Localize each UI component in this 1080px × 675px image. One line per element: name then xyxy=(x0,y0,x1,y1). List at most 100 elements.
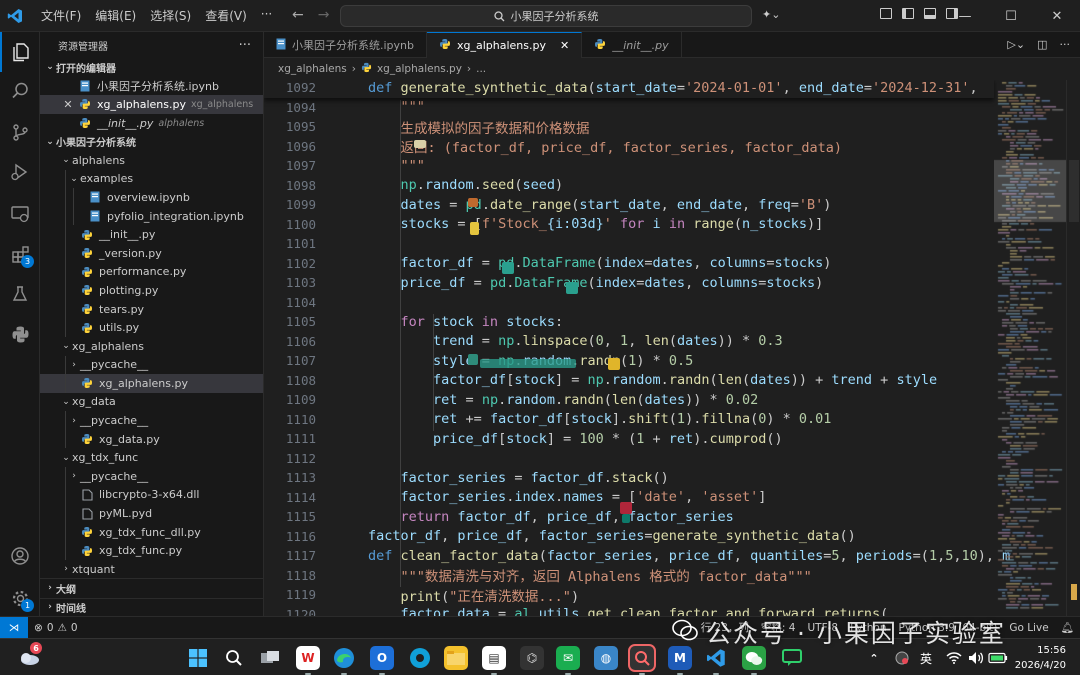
code-line[interactable]: 1100 stocks = [f'Stock_{i:03d}' for i in … xyxy=(264,215,994,235)
customize-layout-icon[interactable] xyxy=(880,8,892,19)
code-line[interactable]: 1108 factor_df[stock] = np.random.randn(l… xyxy=(264,371,994,391)
minimap[interactable] xyxy=(994,80,1066,616)
code-line[interactable]: 1118 """数据清洗与对齐，返回 Alphalens 格式的 factor_d… xyxy=(264,566,994,586)
code-line[interactable]: 1103 price_df = pd.DataFrame(index=dates,… xyxy=(264,273,994,293)
green-chat-app-icon[interactable]: ✉ xyxy=(556,646,580,675)
search-view-icon[interactable] xyxy=(0,70,40,110)
system-clock[interactable]: 15:56 2026/4/20 xyxy=(1015,643,1066,673)
screenshot-tool-icon[interactable] xyxy=(628,644,656,675)
edge-dev-icon[interactable] xyxy=(408,646,432,670)
code-line[interactable]: 1102 factor_df = pd.DataFrame(index=dates… xyxy=(264,254,994,274)
tree-folder[interactable]: ⌄ alphalens xyxy=(40,151,263,170)
vertical-scrollbar[interactable] xyxy=(1066,80,1080,616)
open-editor-item[interactable]: 小果因子分析系统.ipynb xyxy=(40,77,263,96)
code-line[interactable]: 1097 """ xyxy=(264,156,994,176)
split-editor-icon[interactable]: ◫ xyxy=(1037,38,1047,51)
tree-file[interactable]: __init__.py xyxy=(40,225,263,244)
remote-explorer-icon[interactable] xyxy=(0,194,40,234)
open-editors-header[interactable]: ⌄ 打开的编辑器 xyxy=(40,58,263,77)
problems-indicator[interactable]: ⊗ 0 ⚠ 0 xyxy=(28,622,84,634)
open-editor-item[interactable]: __init__.py alphalens xyxy=(40,114,263,133)
code-line[interactable]: 1110 ret += factor_df[stock].shift(1).fil… xyxy=(264,410,994,430)
minimize-icon[interactable]: — xyxy=(942,0,988,32)
explorer-icon[interactable] xyxy=(0,32,40,72)
forward-arrow-icon[interactable]: → xyxy=(318,7,330,23)
terminal-app-icon[interactable]: ⌬ xyxy=(520,646,544,670)
code-line[interactable]: 1094 """ xyxy=(264,98,994,118)
task-view-icon[interactable] xyxy=(258,646,282,670)
more-actions-icon[interactable]: ··· xyxy=(1060,38,1071,51)
code-line[interactable]: 1116 factor_df, price_df, factor_series=g… xyxy=(264,527,994,547)
tree-file[interactable]: pyML.pyd xyxy=(40,504,263,523)
taskbar-search-icon[interactable] xyxy=(222,646,246,670)
python-icon[interactable] xyxy=(0,314,40,354)
back-arrow-icon[interactable]: ← xyxy=(292,7,304,23)
tree-folder[interactable]: › __pycache__ xyxy=(40,355,263,375)
sticky-scroll-line[interactable]: 1092 def generate_synthetic_data(start_da… xyxy=(264,80,994,98)
windows-start-icon[interactable] xyxy=(186,646,210,670)
timeline-header[interactable]: › 时间线 xyxy=(40,597,263,616)
code-line[interactable]: 1109 ret = np.random.randn(len(dates)) * … xyxy=(264,390,994,410)
tree-file[interactable]: libcrypto-3-x64.dll xyxy=(40,485,263,505)
vscode-logo-icon[interactable] xyxy=(0,0,30,32)
source-control-icon[interactable] xyxy=(0,112,40,152)
tree-folder[interactable]: ⌄ xg_tdx_func xyxy=(40,448,263,467)
close-editor-icon[interactable]: ✕ xyxy=(62,98,74,111)
sidebar-more-icon[interactable]: ··· xyxy=(239,38,251,53)
tab-close-icon[interactable]: ✕ xyxy=(560,39,569,52)
tree-file[interactable]: xg_alphalens.py xyxy=(40,374,263,393)
tree-folder[interactable]: ⌄ xg_alphalens xyxy=(40,337,263,356)
code-line[interactable]: 1112 xyxy=(264,449,994,469)
tree-file[interactable]: plotting.py xyxy=(40,281,263,300)
code-line[interactable]: 1107style = np.random.randn(1) * 0.5 xyxy=(264,351,994,371)
open-editor-item-active[interactable]: ✕ xg_alphalens.py xg_alphalens xyxy=(40,95,263,114)
run-debug-icon[interactable] xyxy=(0,152,40,192)
tree-file[interactable]: _version.py xyxy=(40,243,263,263)
scrollbar-thumb[interactable] xyxy=(1069,160,1079,222)
code-line[interactable]: 1096 返回: (factor_df, price_df, factor_ser… xyxy=(264,137,994,157)
tab-xg-alphalens[interactable]: xg_alphalens.py ✕ xyxy=(427,32,583,58)
testing-icon[interactable] xyxy=(0,274,40,314)
code-line[interactable]: 1104 xyxy=(264,293,994,313)
code-line[interactable]: 1105 for stock in stocks: xyxy=(264,312,994,332)
copilot-icon[interactable]: ✦⌄ xyxy=(762,8,780,21)
breadcrumb-file[interactable]: xg_alphalens.py xyxy=(377,63,462,75)
code-line[interactable]: 1098 np.random.seed(seed) xyxy=(264,176,994,196)
tree-folder[interactable]: › __pycache__ xyxy=(40,411,263,430)
manage-gear-icon[interactable]: 1 xyxy=(0,578,40,618)
tree-file[interactable]: xg_tdx_func.py xyxy=(40,541,263,561)
code-line[interactable]: 1117 def clean_factor_data(factor_series,… xyxy=(264,546,1010,566)
toggle-sidebar-icon[interactable] xyxy=(902,8,914,19)
tree-file[interactable]: xg_data.py xyxy=(40,429,263,449)
edge-browser-icon[interactable] xyxy=(332,646,356,675)
code-line[interactable]: 1101 xyxy=(264,234,994,254)
remote-indicator-icon[interactable]: ⋊ xyxy=(0,616,28,639)
tree-file[interactable]: overview.ipynb xyxy=(40,188,263,207)
wps-office-icon[interactable]: W xyxy=(296,646,320,675)
code-line[interactable]: 1111 price_df[stock] = 100 * (1 + ret).cu… xyxy=(264,429,994,449)
tree-folder[interactable]: › xtquant xyxy=(40,560,263,579)
run-python-icon[interactable]: ▷⌄ xyxy=(1007,38,1025,51)
tree-folder[interactable]: ⌄ xg_data xyxy=(40,393,263,412)
file-explorer-icon[interactable] xyxy=(444,646,468,670)
go-live-button[interactable]: Go Live xyxy=(1003,622,1054,634)
tree-file[interactable]: xg_tdx_func_dll.py xyxy=(40,522,263,542)
code-line[interactable]: 1095 生成模拟的因子数据和价格数据 xyxy=(264,117,994,137)
code-line[interactable]: 1106 trend = np.linspace(0, 1, len(dates)… xyxy=(264,332,994,352)
tree-folder[interactable]: ⌄ examples xyxy=(40,169,263,189)
account-icon[interactable] xyxy=(0,536,40,576)
command-center-search[interactable]: 小果因子分析系统 xyxy=(340,5,752,27)
notifications-bell-icon[interactable]: 🔔︎ xyxy=(1055,621,1080,634)
code-editor[interactable]: 1092 def generate_synthetic_data(start_da… xyxy=(264,80,1080,616)
breadcrumb-folder[interactable]: xg_alphalens xyxy=(278,63,347,75)
weather-widget-icon[interactable]: 6 xyxy=(16,642,42,670)
tree-file[interactable]: performance.py xyxy=(40,262,263,282)
tree-file[interactable]: tears.py xyxy=(40,299,263,319)
tab-init[interactable]: __init__.py xyxy=(582,32,682,58)
tab-notebook[interactable]: 小果因子分析系统.ipynb xyxy=(264,32,427,58)
breadcrumb-symbol[interactable]: ... xyxy=(476,63,486,75)
globe-app-icon[interactable]: ◍ xyxy=(594,646,618,670)
close-icon[interactable]: ✕ xyxy=(1034,0,1080,32)
menu-view[interactable]: 查看(V) xyxy=(198,7,254,24)
outlook-icon[interactable]: O xyxy=(370,646,394,675)
